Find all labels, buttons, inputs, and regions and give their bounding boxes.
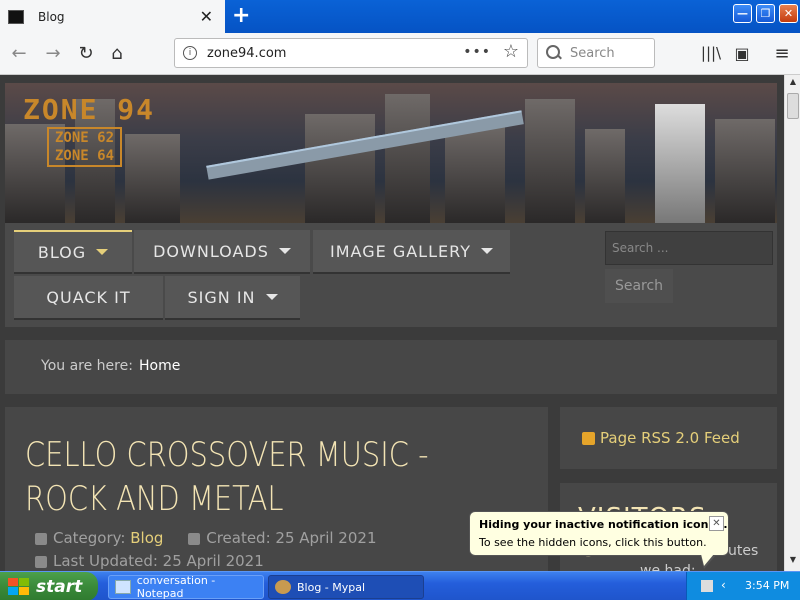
breadcrumb-label: You are here: (41, 358, 133, 374)
site-search-button[interactable]: Search (605, 269, 673, 303)
taskbar-item-notepad[interactable]: conversation - Notepad (108, 574, 264, 600)
visitors-text: utes (728, 543, 759, 559)
site-search-input[interactable]: Search ... (605, 231, 773, 265)
start-button[interactable]: start (0, 572, 98, 600)
scroll-thumb[interactable] (787, 93, 799, 119)
notepad-icon (115, 580, 131, 594)
browser-icon (275, 580, 291, 594)
breadcrumb-home-link[interactable]: Home (139, 358, 180, 374)
library-icon[interactable]: |||\ (700, 42, 722, 64)
scroll-up-icon[interactable]: ▲ (787, 77, 799, 91)
caret-down-icon (265, 294, 278, 300)
category-link[interactable]: Blog (130, 529, 163, 547)
rss-icon (582, 432, 595, 445)
site-navigation: BLOG DOWNLOADS IMAGE GALLERY QUACK IT SI… (5, 223, 777, 327)
search-placeholder: Search (570, 45, 615, 61)
scroll-down-icon[interactable]: ▼ (787, 555, 799, 569)
taskbar: start conversation - Notepad Blog - Mypa… (0, 571, 800, 600)
site-banner: ZONE 94 ZONE 62 ZONE 64 (5, 83, 777, 224)
visitors-text: we had: (640, 563, 696, 571)
info-icon[interactable]: i (183, 46, 197, 60)
nav-item-image-gallery[interactable]: IMAGE GALLERY (313, 230, 510, 274)
clock[interactable]: 3:54 PM (745, 579, 789, 592)
folder-icon (35, 532, 47, 545)
page-viewport: ZONE 94 ZONE 62 ZONE 64 BLOG DOWNLOADS I… (0, 75, 784, 571)
sidebar-icon[interactable]: ▣ (731, 42, 753, 64)
url-bar[interactable]: i zone94.com ••• ☆ (174, 38, 528, 68)
nav-item-blog[interactable]: BLOG (14, 230, 132, 274)
calendar-icon (188, 532, 201, 545)
close-icon[interactable]: ✕ (709, 516, 724, 531)
reload-icon[interactable]: ↻ (75, 42, 97, 64)
rss-module: Page RSS 2.0 Feed (560, 407, 777, 469)
new-tab-button[interactable]: + (232, 3, 250, 28)
nav-item-downloads[interactable]: DOWNLOADS (134, 230, 310, 274)
close-window-button[interactable]: ✕ (779, 4, 798, 23)
favicon-icon (8, 9, 24, 24)
tab-strip: Blog ✕ + — ❐ ✕ (0, 0, 800, 33)
rss-feed-link[interactable]: Page RSS 2.0 Feed (600, 429, 740, 447)
tab-close-icon[interactable]: ✕ (200, 7, 213, 26)
calendar-icon (35, 555, 47, 568)
caret-down-icon (480, 248, 493, 254)
balloon-title: Hiding your inactive notification icons.… (479, 518, 728, 531)
site-logo[interactable]: ZONE 94 (23, 93, 155, 126)
caret-down-icon (278, 248, 291, 254)
nav-item-quack-it[interactable]: QUACK IT (14, 276, 163, 320)
article-category: Category: Blog Created: 25 April 2021 (35, 529, 377, 547)
site-logo-sub: ZONE 62 ZONE 64 (47, 127, 123, 167)
system-tray: ‹ 3:54 PM (686, 572, 800, 600)
notification-balloon[interactable]: Hiding your inactive notification icons.… (469, 511, 729, 556)
article-created: Created: 25 April 2021 (206, 529, 377, 547)
url-text[interactable]: zone94.com (207, 46, 286, 61)
vertical-scrollbar[interactable]: ▲ ▼ (784, 75, 800, 571)
article: CELLO CROSSOVER MUSIC - ROCK AND METAL C… (5, 407, 548, 571)
caret-down-icon (96, 249, 109, 255)
search-icon (546, 45, 562, 61)
tab-title: Blog (38, 9, 65, 24)
menu-icon[interactable]: ≡ (771, 42, 793, 64)
windows-logo-icon (8, 577, 30, 596)
show-hidden-icons-icon[interactable]: ‹ (721, 578, 733, 592)
keyboard-icon[interactable] (701, 580, 713, 592)
bookmark-star-icon[interactable]: ☆ (503, 41, 519, 62)
back-arrow-icon[interactable]: ← (8, 42, 30, 64)
balloon-text: To see the hidden icons, click this butt… (479, 536, 707, 549)
article-title[interactable]: CELLO CROSSOVER MUSIC - ROCK AND METAL (25, 433, 450, 521)
tab-blog[interactable]: Blog ✕ (0, 0, 225, 33)
breadcrumb: You are here: Home (5, 340, 777, 394)
nav-item-sign-in[interactable]: SIGN IN (165, 276, 300, 320)
page-actions-icon[interactable]: ••• (463, 44, 491, 60)
article-updated: Last Updated: 25 April 2021 (35, 552, 264, 570)
home-icon[interactable]: ⌂ (106, 42, 128, 64)
maximize-button[interactable]: ❐ (756, 4, 775, 23)
forward-arrow-icon[interactable]: → (42, 42, 64, 64)
browser-search-input[interactable]: Search (537, 38, 655, 68)
minimize-button[interactable]: — (733, 4, 752, 23)
taskbar-item-blog[interactable]: Blog - Mypal (268, 575, 424, 599)
navigation-toolbar: ← → ↻ ⌂ i zone94.com ••• ☆ Search |||\ ▣… (0, 33, 800, 75)
